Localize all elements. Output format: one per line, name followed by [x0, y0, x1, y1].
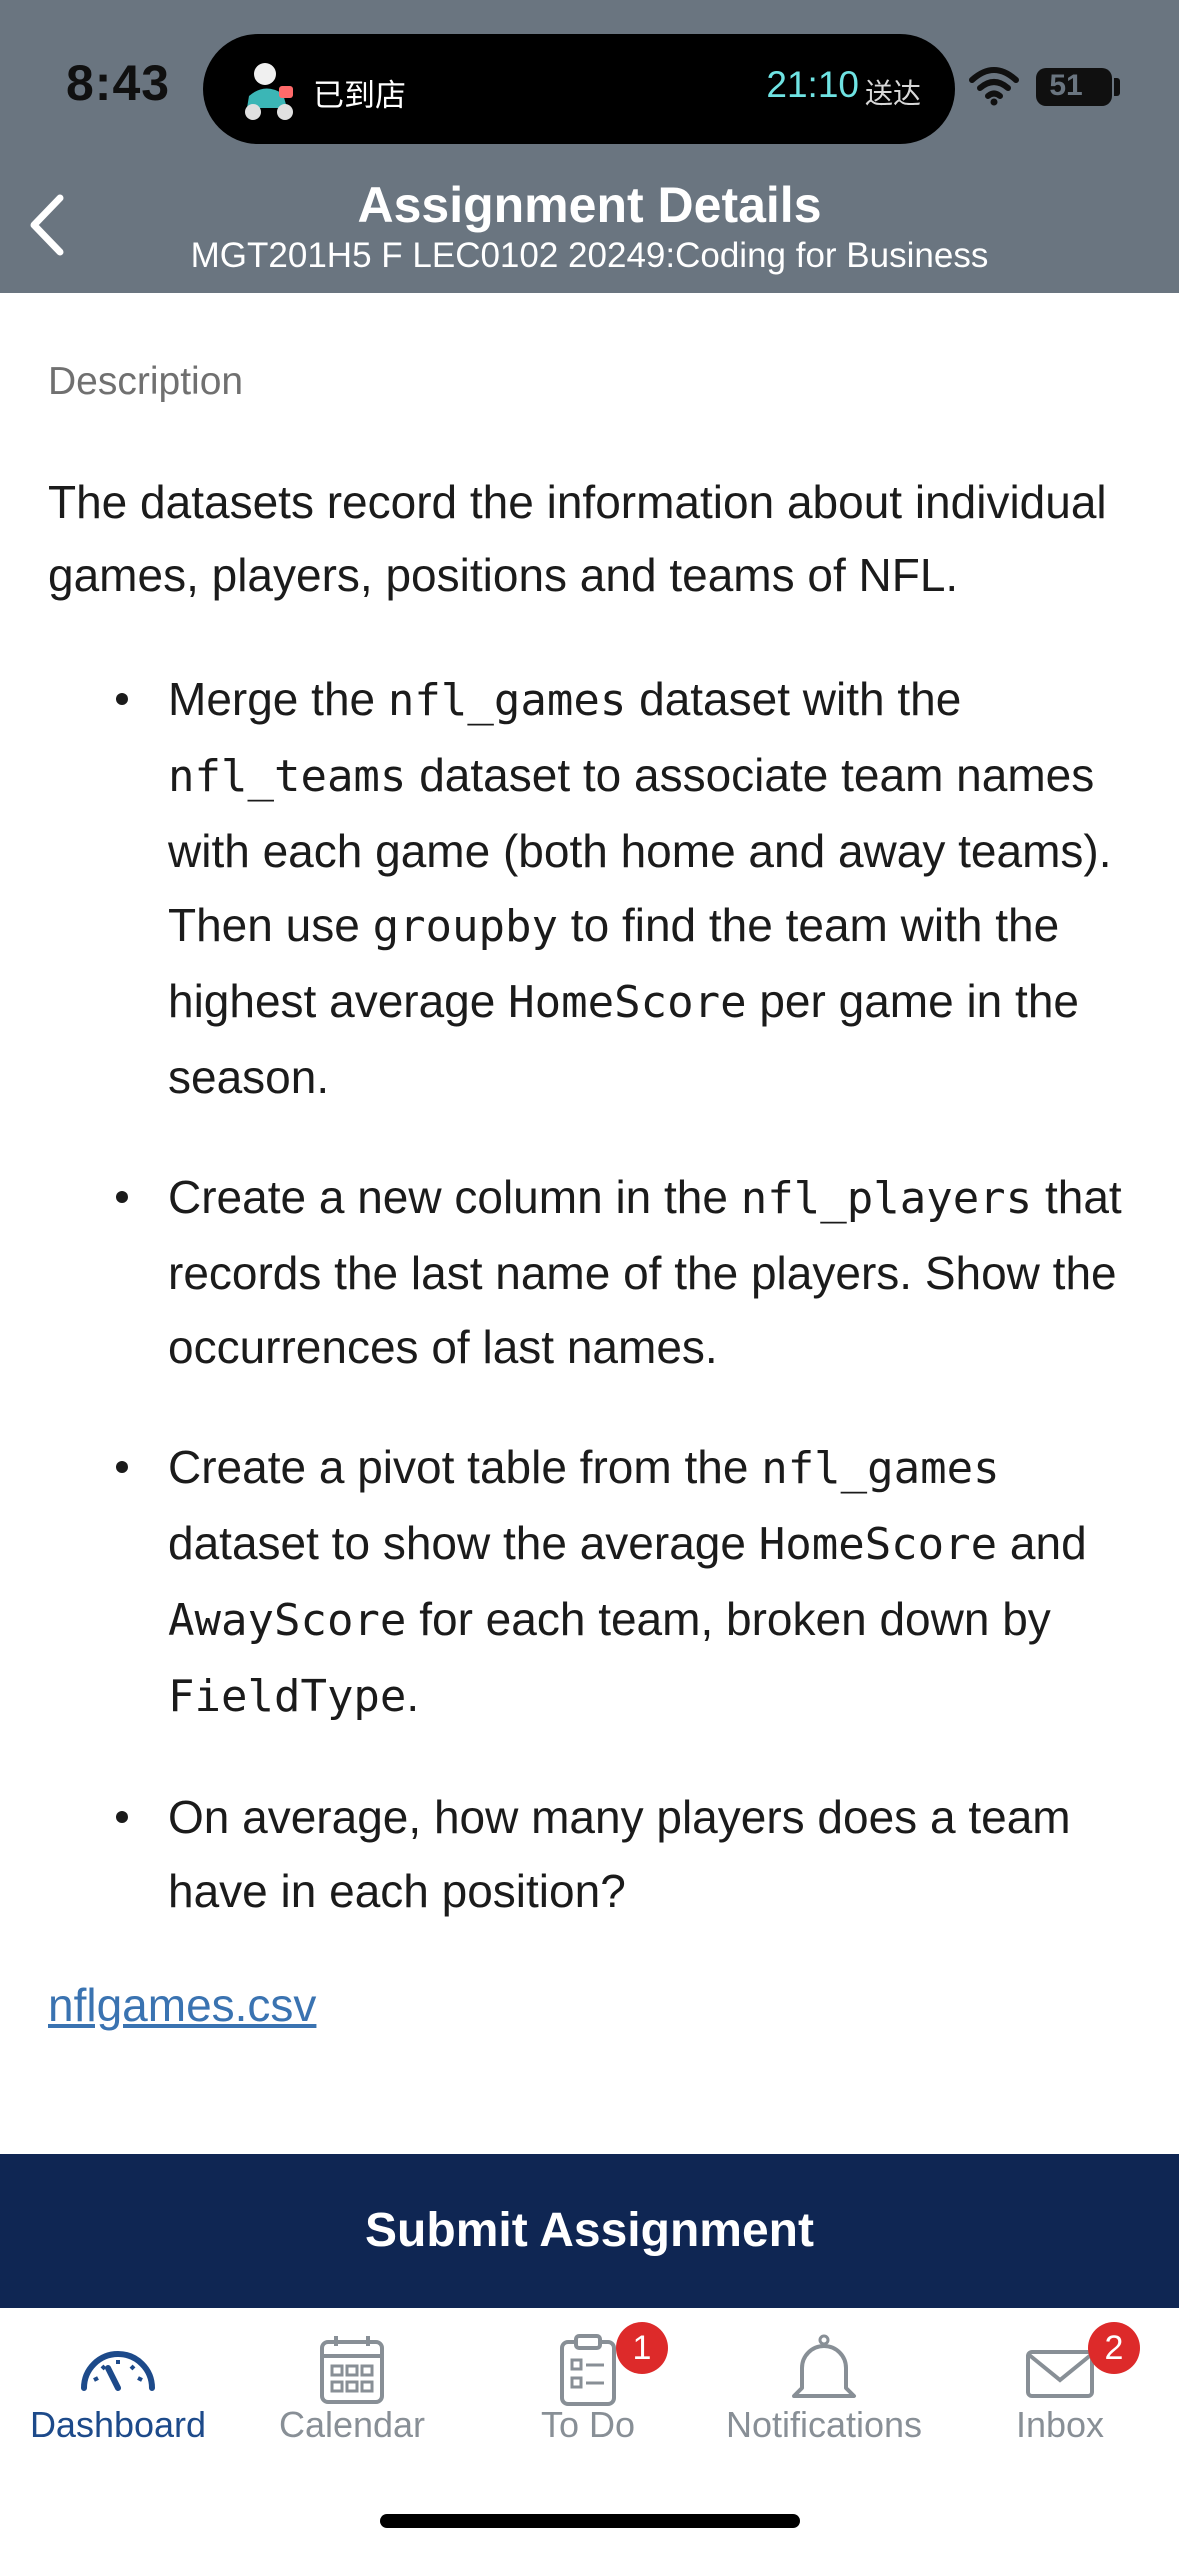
- battery-tip: [1114, 78, 1120, 96]
- tab-label: Calendar: [278, 2404, 426, 2445]
- code-token: nfl_teams: [168, 751, 407, 802]
- task-text: On average, how many players does a team…: [168, 1791, 1071, 1917]
- task-text: Create a pivot table from the: [168, 1441, 762, 1493]
- task-text: dataset with the: [626, 673, 962, 725]
- tab-notifications[interactable]: Notifications: [706, 2308, 942, 2468]
- todo-badge: 1: [616, 2322, 668, 2374]
- tab-label: To Do: [540, 2404, 636, 2445]
- code-token: nfl_players: [740, 1173, 1033, 1224]
- submit-assignment-button[interactable]: Submit Assignment: [0, 2154, 1179, 2308]
- bullet-dot: [116, 1191, 128, 1203]
- inbox-badge: 2: [1088, 2322, 1140, 2374]
- battery-icon: 51: [1036, 68, 1112, 106]
- task-item: Create a pivot table from the nfl_games …: [48, 1430, 1138, 1734]
- task-text: and: [997, 1517, 1087, 1569]
- description-label: Description: [48, 360, 244, 403]
- code-token: AwayScore: [168, 1595, 407, 1646]
- intro-paragraph: The datasets record the information abou…: [48, 476, 1107, 601]
- code-token: HomeScore: [758, 1519, 998, 1570]
- tab-label: Inbox: [1015, 2404, 1105, 2445]
- tab-label: Dashboard: [29, 2404, 207, 2445]
- code-token: HomeScore: [508, 977, 747, 1028]
- task-item: On average, how many players does a team…: [48, 1780, 1138, 1928]
- delivery-rider-icon: [245, 63, 293, 120]
- task-text: Create a new column in the: [168, 1171, 741, 1223]
- island-eta-label: 送达: [864, 78, 921, 109]
- header-bar: 8:43 已到店 21:10 送达 51 Assignment Details …: [0, 0, 1179, 293]
- attachment-link[interactable]: nflgames.csv: [48, 1978, 316, 2032]
- bullet-dot: [116, 1461, 128, 1473]
- home-indicator: [380, 2514, 800, 2528]
- island-store-text: 已到店: [313, 78, 406, 113]
- code-token: nfl_games: [387, 675, 627, 726]
- tab-dashboard[interactable]: Dashboard: [0, 2308, 236, 2468]
- dynamic-island[interactable]: 已到店 21:10 送达: [203, 34, 955, 144]
- task-text: Merge the: [168, 673, 388, 725]
- tab-calendar[interactable]: Calendar: [234, 2308, 470, 2468]
- task-item: Merge the nfl_games dataset with the nfl…: [48, 662, 1138, 1114]
- assignment-description: Description The datasets record the info…: [48, 360, 1138, 2032]
- dashboard-icon: [81, 2351, 155, 2391]
- status-time: 8:43: [66, 55, 171, 111]
- tab-label: Notifications: [725, 2404, 923, 2445]
- code-token: nfl_games: [761, 1443, 1000, 1494]
- task-item: Create a new column in the nfl_players t…: [48, 1160, 1138, 1384]
- task-text: for each team, broken down by: [406, 1593, 1051, 1645]
- bullet-dot: [116, 693, 128, 705]
- tab-inbox[interactable]: 2 Inbox: [942, 2308, 1178, 2468]
- task-text: dataset to show the average: [168, 1517, 759, 1569]
- calendar-icon: [320, 2336, 384, 2404]
- tab-todo[interactable]: 1 To Do: [470, 2308, 706, 2468]
- course-subtitle: MGT201H5 F LEC0102 20249:Coding for Busi…: [190, 236, 989, 275]
- page-title: Assignment Details: [357, 177, 822, 233]
- bullet-dot: [116, 1811, 128, 1823]
- island-eta: 21:10: [766, 64, 859, 105]
- bell-icon: [792, 2334, 856, 2398]
- battery-level: 51: [1049, 69, 1083, 102]
- code-token: groupby: [372, 901, 559, 952]
- task-text: .: [406, 1669, 420, 1721]
- code-token: FieldType: [168, 1671, 407, 1722]
- task-list: Merge the nfl_games dataset with the nfl…: [48, 662, 1138, 1928]
- wifi-icon: [969, 67, 1019, 106]
